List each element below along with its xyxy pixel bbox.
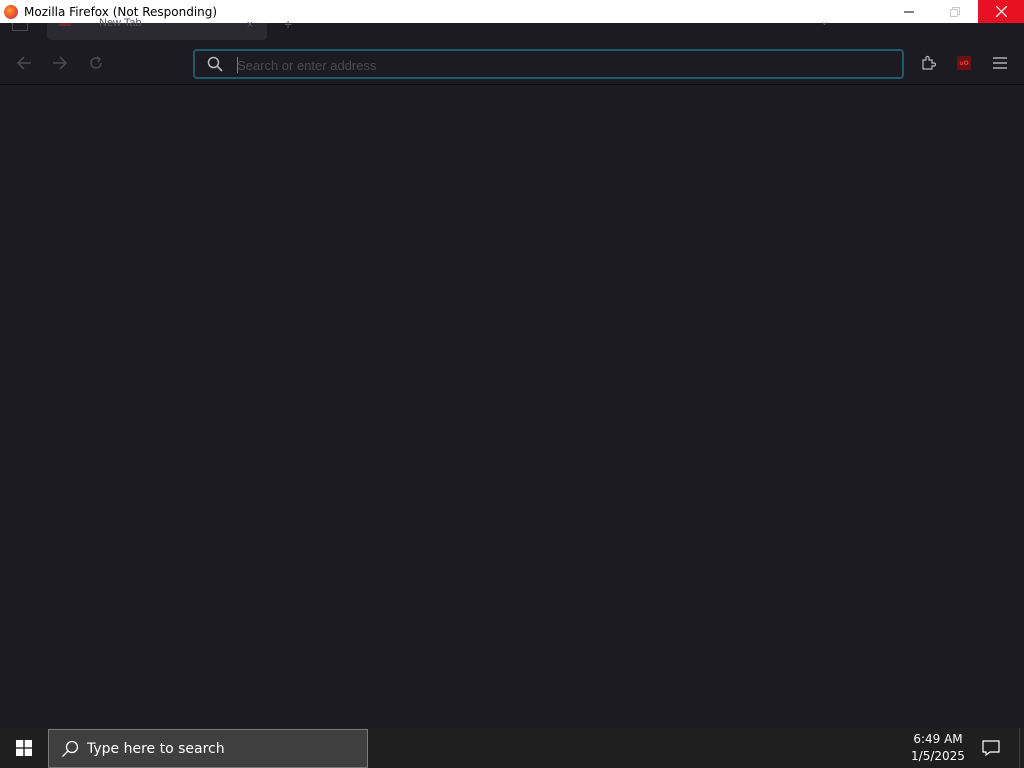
- search-icon: [62, 740, 79, 757]
- clock-date: 1/5/2025: [911, 749, 965, 763]
- system-clock[interactable]: 6:49 AM 1/5/2025: [900, 731, 976, 765]
- reload-button[interactable]: [86, 53, 106, 73]
- firefox-logo-icon: [4, 4, 18, 19]
- reload-icon: [90, 56, 102, 69]
- firefox-view-icon[interactable]: [12, 23, 28, 31]
- ublock-origin-icon: uO: [957, 56, 971, 70]
- restore-icon: [950, 6, 960, 17]
- back-button[interactable]: [14, 53, 34, 73]
- forward-button[interactable]: [50, 53, 70, 73]
- action-center-icon: [982, 740, 1000, 756]
- address-input[interactable]: [237, 55, 887, 75]
- navigation-toolbar: uO: [0, 40, 1024, 85]
- action-center-button[interactable]: [978, 736, 1004, 760]
- close-button[interactable]: [978, 0, 1024, 23]
- windows-logo-icon: [16, 740, 32, 756]
- list-all-tabs-button[interactable]: ⌄: [820, 15, 829, 28]
- tab-label: New Tab: [99, 17, 142, 29]
- restore-button[interactable]: [932, 0, 978, 23]
- taskbar-search-box[interactable]: Type here to search: [48, 729, 368, 768]
- extensions-button[interactable]: [918, 53, 938, 73]
- puzzle-icon: [922, 55, 936, 70]
- taskbar: Type here to search 6:49 AM 1/5/2025: [0, 728, 1024, 768]
- hamburger-icon: [993, 57, 1007, 69]
- window-controls: [886, 0, 1024, 23]
- app-menu-button[interactable]: [990, 53, 1010, 73]
- show-desktop-button[interactable]: [1019, 728, 1024, 768]
- tab-favicon-icon: [59, 23, 71, 26]
- start-button[interactable]: [0, 728, 48, 768]
- tab-new-tab[interactable]: New Tab ×: [47, 17, 267, 40]
- tab-close-button[interactable]: ×: [247, 19, 253, 31]
- close-icon: [995, 6, 1007, 17]
- page-content-area[interactable]: [0, 86, 1024, 727]
- text-caret: [237, 57, 238, 73]
- arrow-right-icon: [53, 56, 68, 70]
- search-icon: [207, 56, 223, 72]
- minimize-button[interactable]: [886, 0, 932, 23]
- window-title-bar[interactable]: Mozilla Firefox (Not Responding): [0, 0, 1024, 23]
- address-bar[interactable]: [193, 49, 904, 79]
- ublock-origin-button[interactable]: uO: [954, 53, 974, 73]
- clock-time: 6:49 AM: [913, 732, 963, 746]
- new-tab-button[interactable]: +: [284, 16, 292, 32]
- minimize-icon: [904, 11, 914, 12]
- taskbar-search-placeholder: Type here to search: [87, 740, 225, 757]
- arrow-left-icon: [16, 56, 31, 70]
- tab-strip: New Tab × + ⌄: [0, 16, 1024, 40]
